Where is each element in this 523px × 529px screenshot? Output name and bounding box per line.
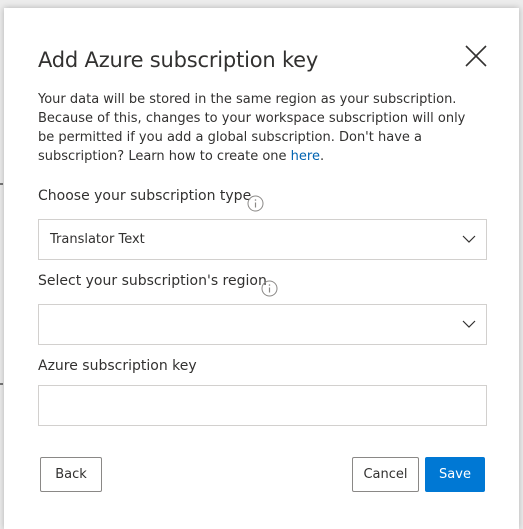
back-button[interactable]: Back	[40, 457, 102, 492]
chevron-down-icon	[462, 235, 476, 243]
region-label: Select your subscription's region	[38, 273, 267, 289]
description-text: Your data will be stored in the same reg…	[38, 92, 466, 164]
cancel-button[interactable]: Cancel	[352, 457, 419, 492]
info-icon[interactable]	[247, 195, 264, 212]
info-icon[interactable]	[261, 280, 278, 297]
learn-more-link[interactable]: here	[291, 149, 320, 164]
background-edge-mark	[0, 383, 3, 385]
description-end: .	[319, 149, 325, 164]
dialog-description: Your data will be stored in the same reg…	[38, 90, 478, 166]
close-button[interactable]	[462, 42, 490, 70]
dialog-title: Add Azure subscription key	[38, 48, 319, 72]
subscription-type-value: Translator Text	[50, 232, 145, 247]
subscription-key-input[interactable]	[38, 385, 487, 426]
subscription-key-label: Azure subscription key	[38, 358, 197, 374]
background-edge-mark	[0, 183, 3, 185]
region-select[interactable]	[38, 304, 487, 345]
chevron-down-icon	[462, 320, 476, 328]
save-button[interactable]: Save	[425, 457, 485, 492]
add-subscription-dialog: Add Azure subscription key Your data wil…	[4, 8, 519, 529]
subscription-type-select[interactable]: Translator Text	[38, 219, 487, 260]
close-icon	[465, 45, 487, 67]
subscription-type-label: Choose your subscription type	[38, 188, 252, 204]
